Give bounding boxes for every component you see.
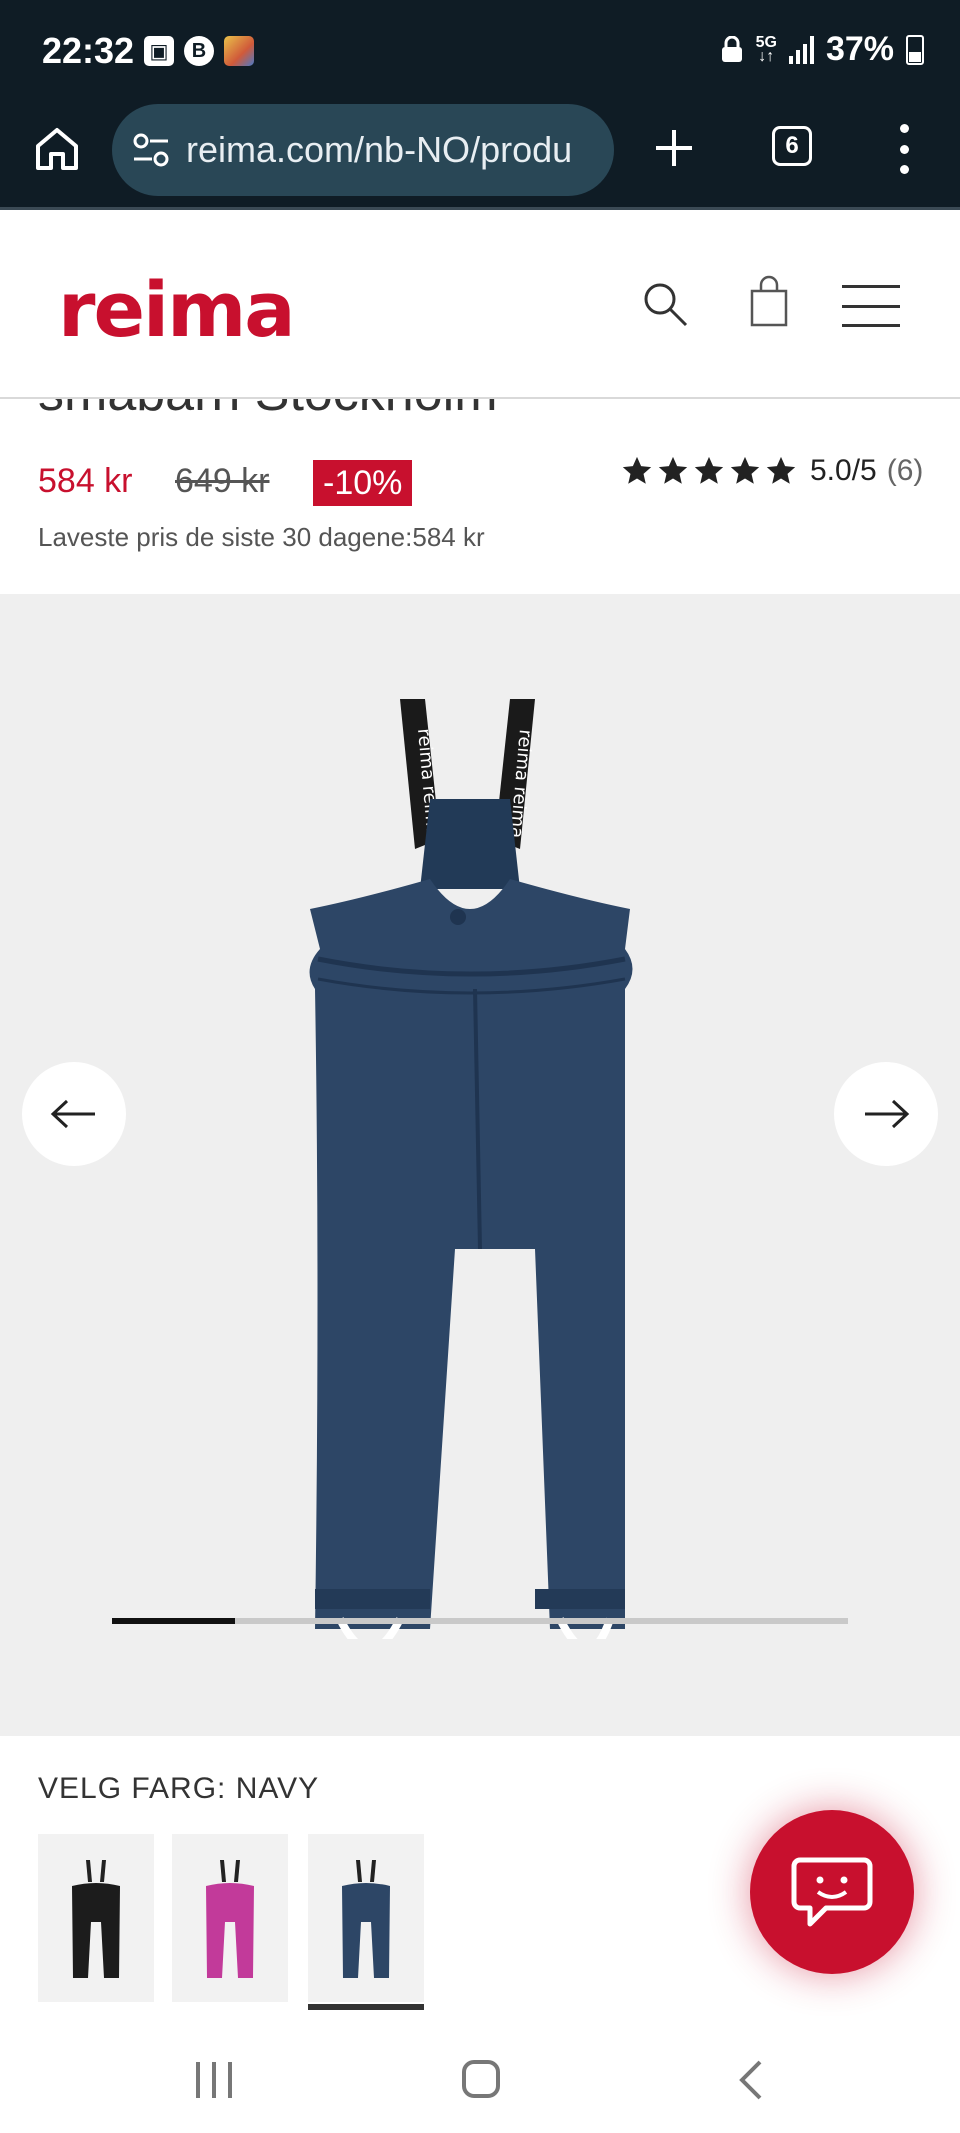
color-selection-label: VELG FARG: NAVY <box>38 1772 320 1805</box>
product-image: reima reima reima reima <box>309 699 633 1639</box>
address-bar[interactable]: reima.com/nb-NO/produ <box>112 104 614 196</box>
status-right-group: 5G ↓↑ 37% <box>720 30 924 69</box>
new-tab-icon[interactable] <box>652 126 696 170</box>
star-icon <box>622 456 652 484</box>
star-icon <box>730 456 760 484</box>
recents-icon[interactable] <box>196 2062 232 2098</box>
gallery-icon: ▣ <box>144 36 174 66</box>
discount-badge: -10% <box>313 460 413 506</box>
shopping-bag-icon[interactable] <box>748 275 790 327</box>
gallery-progress-track <box>112 1618 848 1624</box>
site-settings-icon[interactable] <box>132 132 170 168</box>
battery-icon <box>906 34 924 65</box>
review-count: (6) <box>886 454 924 487</box>
product-title-clipped: småbarn Stockholm <box>0 399 960 419</box>
system-nav-bar <box>0 2022 960 2133</box>
arrow-left-icon <box>50 1099 95 1129</box>
star-icon <box>694 456 724 484</box>
network-type: 5G ↓↑ <box>755 33 777 65</box>
tab-switcher-button[interactable]: 6 <box>772 126 812 166</box>
lowest-price-note: Laveste pris de siste 30 dagene:584 kr <box>38 522 485 552</box>
swatch-product-thumbnail <box>206 1860 254 1978</box>
status-notification-icons: ▣ B <box>144 36 254 66</box>
gallery-progress-fill <box>112 1618 235 1624</box>
battery-percent: 37% <box>825 30 894 68</box>
home-nav-icon[interactable] <box>462 2060 500 2098</box>
home-icon[interactable] <box>32 124 82 174</box>
vpn-lock-icon <box>721 35 742 62</box>
star-icon <box>658 456 688 484</box>
chat-icon <box>791 1857 873 1927</box>
swatch-product-thumbnail <box>72 1860 120 1978</box>
status-time: 22:32 <box>42 30 135 71</box>
reima-logo[interactable]: reima <box>58 265 296 354</box>
site-header: reima <box>0 213 960 399</box>
swatch-product-thumbnail <box>342 1860 390 1978</box>
app-thumbnail-icon <box>224 36 254 66</box>
color-swatch[interactable] <box>308 1834 424 2010</box>
hamburger-menu-icon[interactable] <box>842 285 900 327</box>
rating-value: 5.0/5 <box>810 454 877 487</box>
url-text: reima.com/nb-NO/produ <box>186 129 573 170</box>
signal-icon <box>788 35 814 64</box>
product-title: småbarn Stockholm <box>38 399 498 419</box>
search-icon[interactable] <box>640 279 690 329</box>
rating[interactable]: 5.0/5 (6) <box>620 454 923 488</box>
browser-toolbar: reima.com/nb-NO/produ 6 <box>0 104 960 210</box>
original-price: 649 kr <box>175 462 270 500</box>
color-swatch[interactable] <box>172 1834 288 2002</box>
b-app-icon: B <box>184 36 214 66</box>
status-bar: 22:32 ▣ B 5G ↓↑ 37% <box>0 0 960 104</box>
star-icon <box>766 456 796 484</box>
previous-image-button[interactable] <box>22 1062 126 1166</box>
browser-menu-icon[interactable] <box>896 124 912 174</box>
product-gallery[interactable]: reima reima reima reima <box>0 594 960 1736</box>
back-icon[interactable] <box>736 2058 766 2102</box>
current-price: 584 kr <box>38 462 133 500</box>
next-image-button[interactable] <box>834 1062 938 1166</box>
chat-button[interactable] <box>750 1810 914 1974</box>
arrow-right-icon <box>865 1099 910 1129</box>
color-swatch[interactable] <box>38 1834 154 2002</box>
